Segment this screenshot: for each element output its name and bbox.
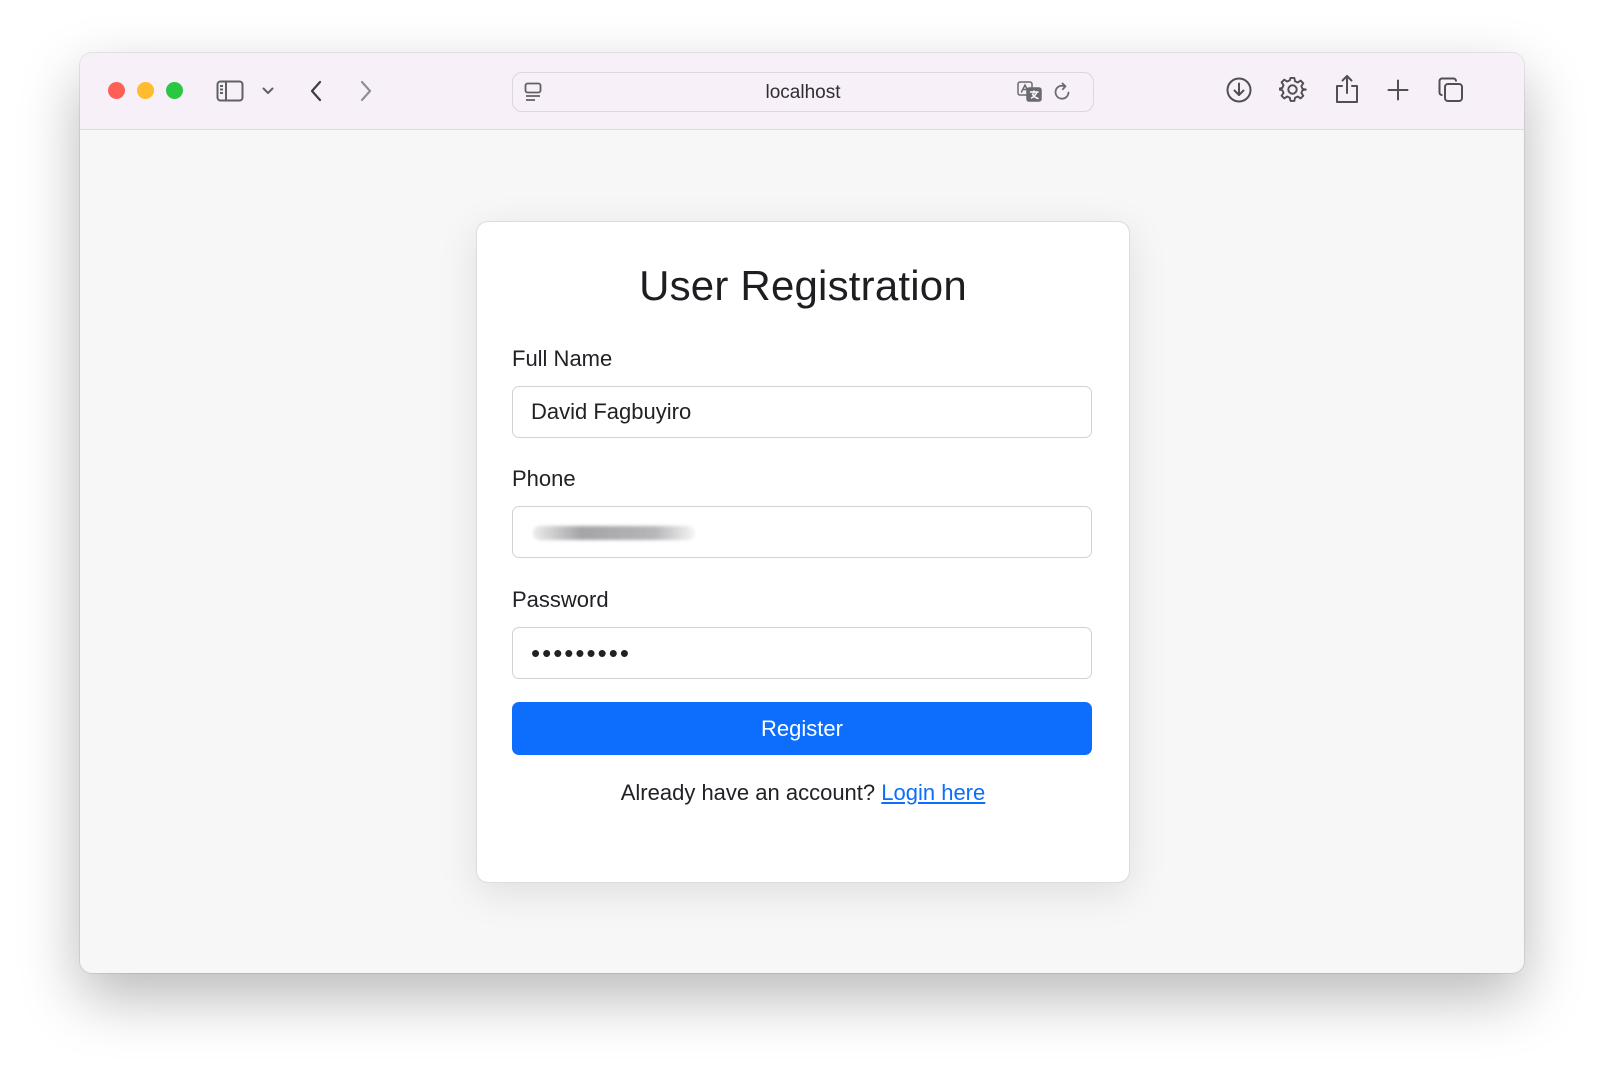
password-field[interactable]: [512, 627, 1092, 679]
chevron-left-icon[interactable]: [306, 77, 326, 105]
sidebar-icon[interactable]: [215, 77, 245, 105]
gear-icon[interactable]: [1278, 75, 1308, 105]
login-prompt: Already have an account? Login here: [477, 780, 1129, 806]
full-name-label: Full Name: [512, 346, 613, 371]
address-bar[interactable]: localhost: [512, 72, 1094, 112]
close-window-button[interactable]: [108, 82, 125, 99]
page-title: User Registration: [639, 262, 967, 309]
chevron-down-icon[interactable]: [260, 81, 276, 101]
plus-icon[interactable]: [1384, 76, 1412, 104]
login-prompt-text: Already have an account?: [620, 780, 876, 805]
registration-card: User Registration Full Name Phone Passwo…: [476, 221, 1130, 883]
phone-value-redacted: [533, 526, 695, 540]
password-input[interactable]: [513, 628, 1091, 678]
full-name-field[interactable]: [512, 386, 1092, 438]
browser-window: localhost User Registration Full Name Da…: [80, 53, 1524, 973]
chevron-right-icon[interactable]: [356, 77, 376, 105]
reload-icon[interactable]: [1050, 81, 1074, 103]
zoom-window-button[interactable]: [166, 82, 183, 99]
download-icon[interactable]: [1224, 75, 1254, 105]
browser-toolbar: localhost: [80, 53, 1524, 130]
register-button[interactable]: Register: [512, 702, 1092, 755]
url-text: localhost: [765, 82, 841, 103]
share-icon[interactable]: [1332, 73, 1362, 105]
password-label: Password: [512, 587, 609, 612]
login-link[interactable]: Login here: [881, 780, 985, 805]
phone-field[interactable]: [512, 506, 1092, 558]
full-name-input[interactable]: [513, 387, 1091, 437]
minimize-window-button[interactable]: [137, 82, 154, 99]
phone-label: Phone: [512, 466, 576, 491]
translate-icon[interactable]: [1016, 80, 1044, 104]
tabs-overview-icon[interactable]: [1436, 75, 1466, 105]
